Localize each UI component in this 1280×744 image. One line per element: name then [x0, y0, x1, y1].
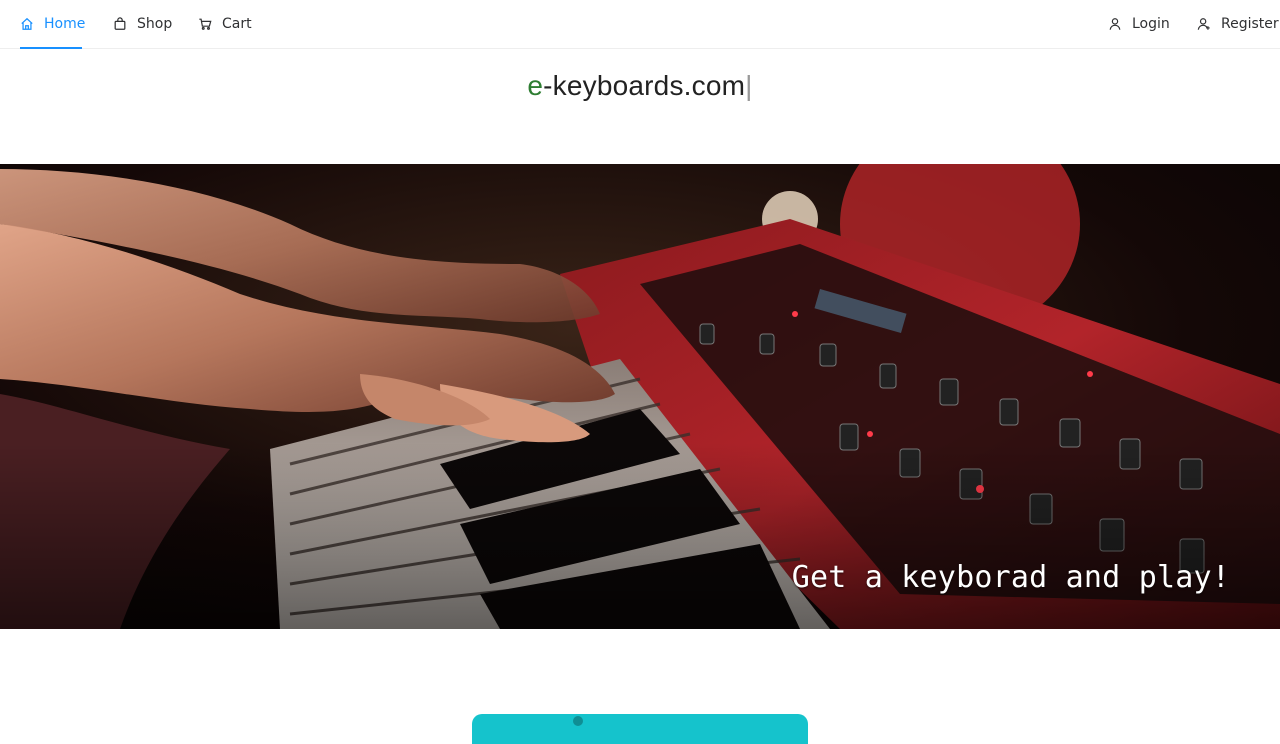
typing-caret: |	[745, 70, 753, 101]
top-navigation: Home Shop Cart Login Register	[0, 0, 1280, 49]
nav-home[interactable]: Home	[20, 0, 86, 49]
user-add-icon	[1197, 17, 1211, 31]
home-icon	[20, 17, 34, 31]
nav-cart-label: Cart	[222, 16, 252, 32]
site-title: e-keyboards.com|	[0, 70, 1280, 102]
nav-register-label: Register	[1221, 16, 1279, 32]
hero-banner: Get a keyborad and play!	[0, 164, 1280, 629]
nav-login-label: Login	[1132, 16, 1170, 32]
nav-shop[interactable]: Shop	[113, 0, 172, 48]
nav-login[interactable]: Login	[1108, 0, 1170, 48]
site-title-rest: -keyboards.com	[543, 70, 746, 101]
site-title-prefix: e	[527, 70, 544, 101]
hero-tagline: Get a keyborad and play!	[791, 560, 1230, 595]
shopping-bag-icon	[113, 17, 127, 31]
cta-icon	[573, 716, 583, 726]
nav-shop-label: Shop	[137, 16, 173, 32]
cart-icon	[198, 17, 212, 31]
cta-button[interactable]	[472, 714, 808, 744]
nav-register[interactable]: Register	[1197, 0, 1279, 48]
nav-cart[interactable]: Cart	[198, 0, 252, 48]
nav-home-label: Home	[44, 16, 86, 32]
user-icon	[1108, 17, 1122, 31]
